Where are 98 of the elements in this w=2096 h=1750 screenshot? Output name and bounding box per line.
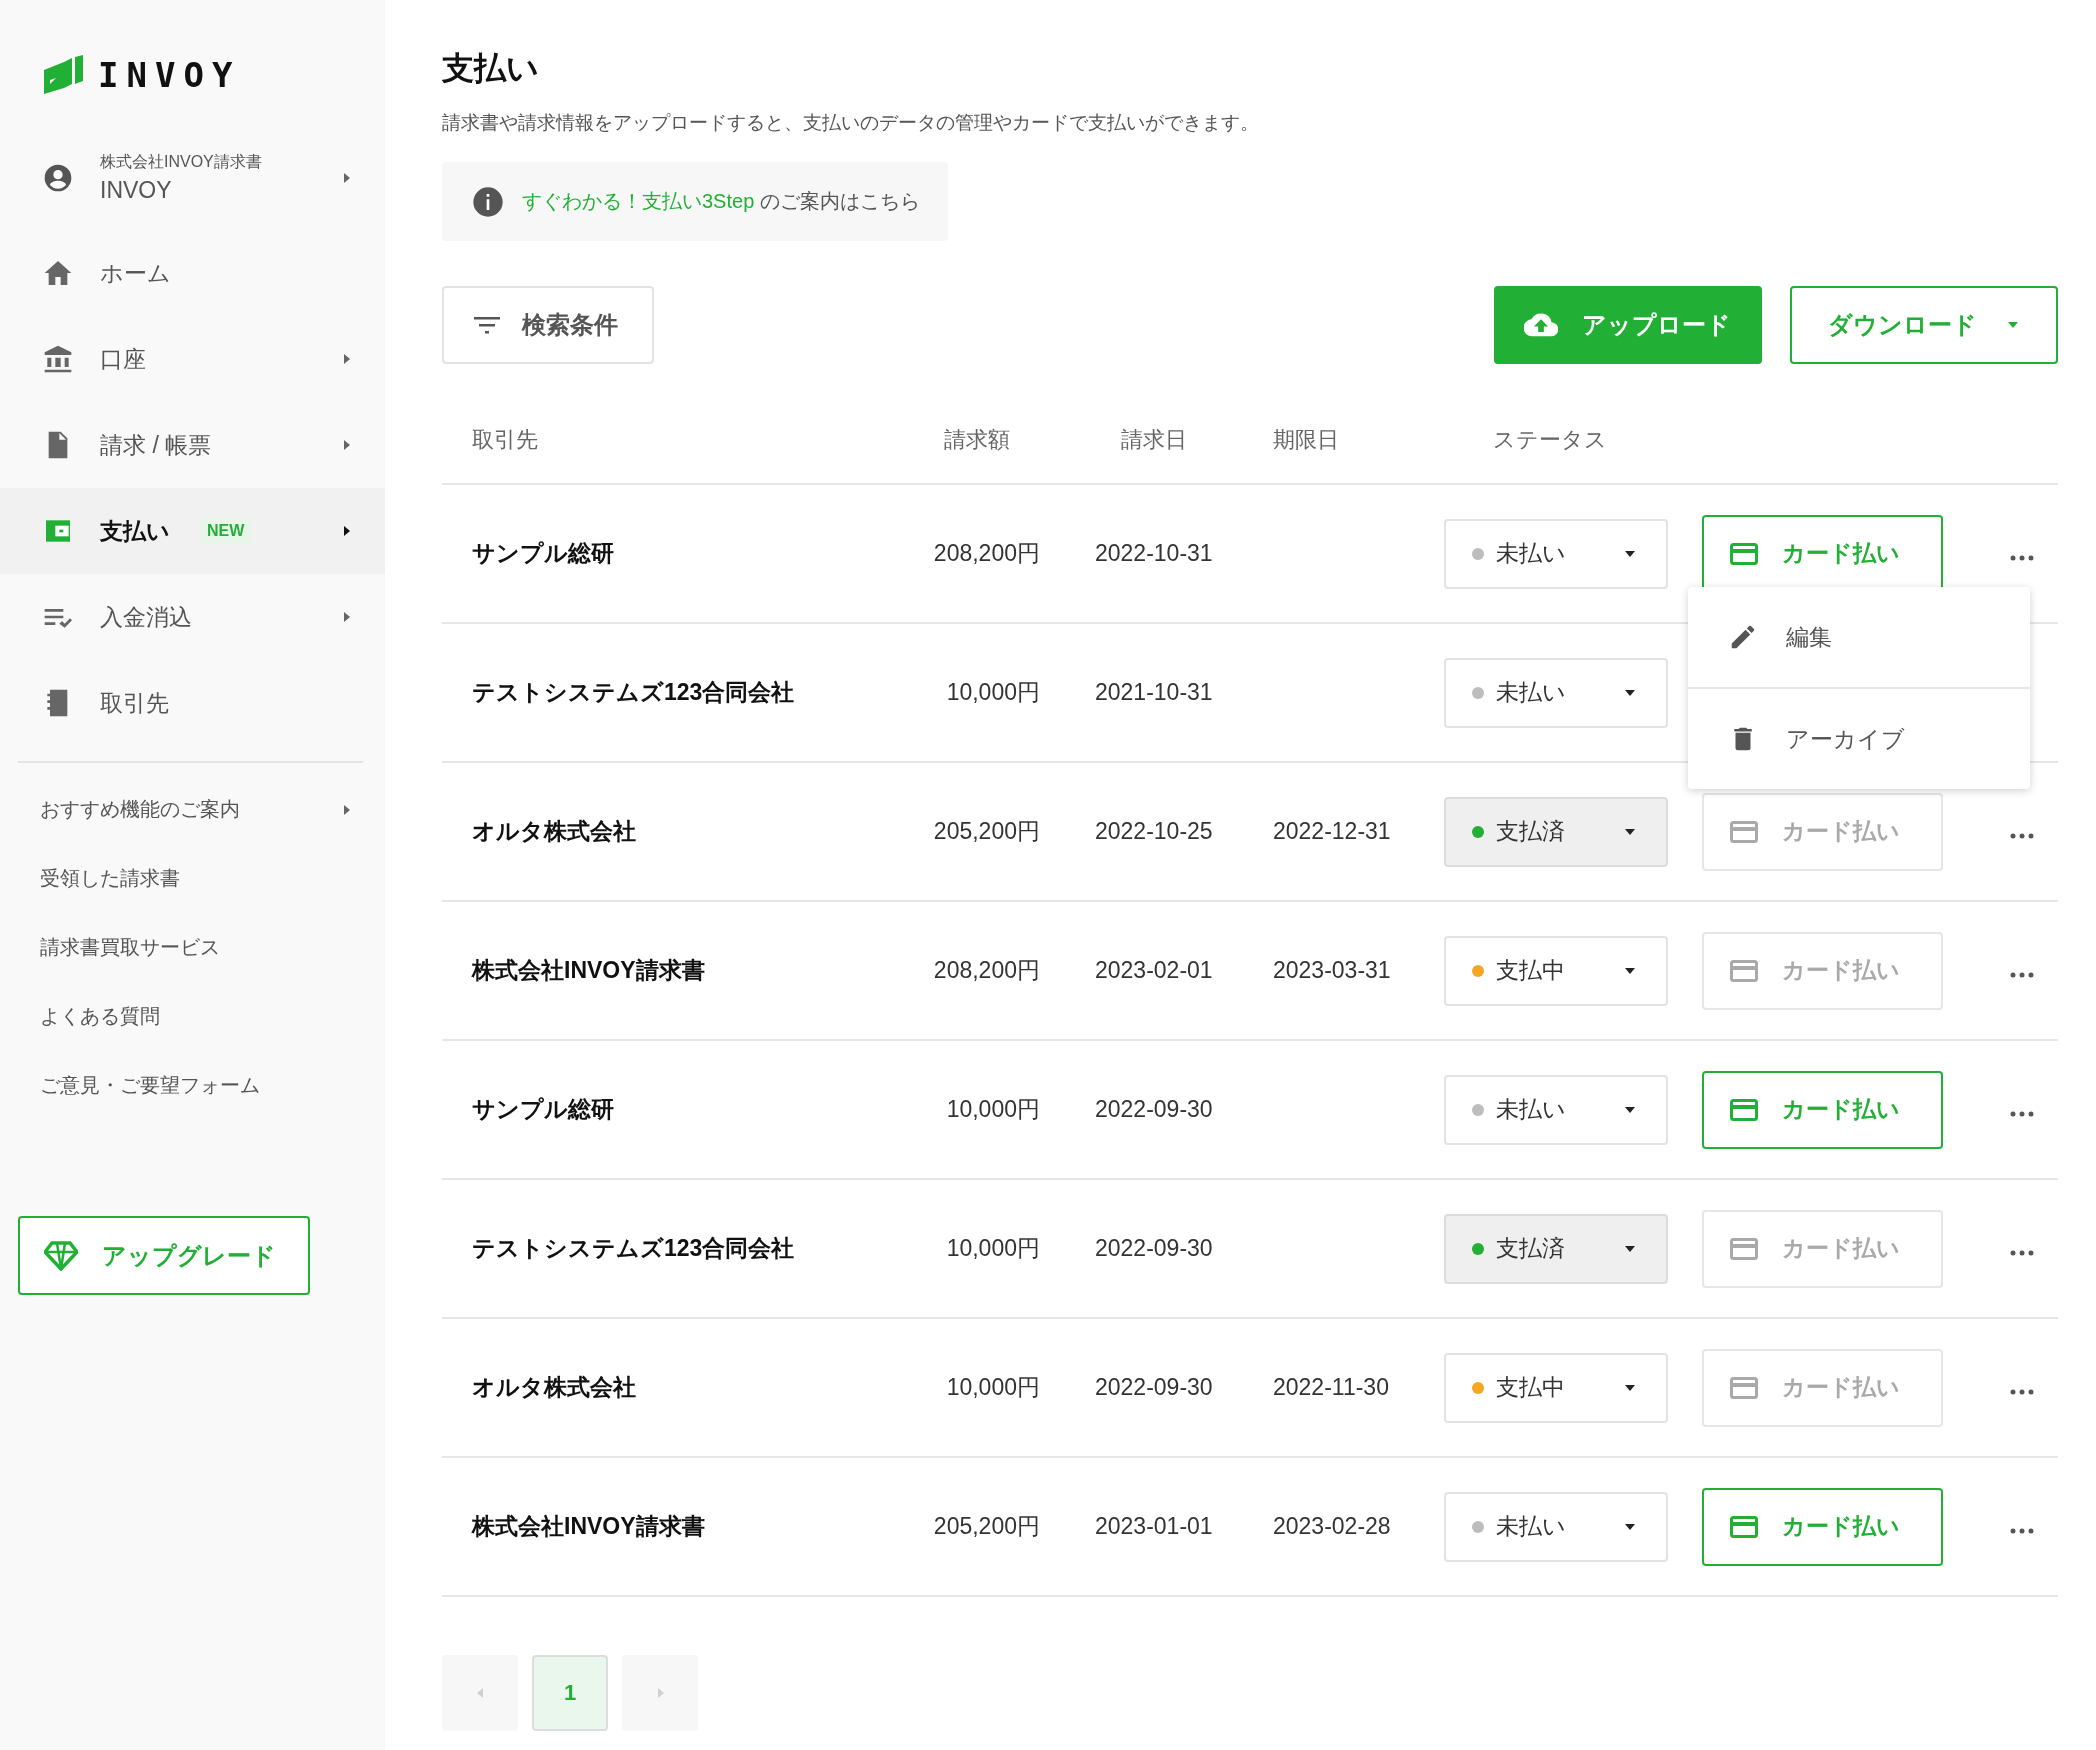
bank-icon	[42, 343, 74, 375]
date-cell-text: 2022-11-30	[1273, 1374, 1390, 1401]
amount-cell-text: 10,000円	[945, 1373, 1040, 1402]
account-icon	[42, 162, 74, 194]
date-cell-text: 2021-10-31	[1095, 679, 1214, 706]
caret-icon	[343, 172, 351, 184]
sidebar-link[interactable]: ご意見・ご要望フォーム	[0, 1051, 385, 1120]
filter-icon	[474, 315, 500, 335]
partner-cell-text: テストシステムズ123合同会社	[472, 1234, 796, 1263]
caret-icon	[1624, 549, 1636, 558]
more-icon[interactable]	[2010, 972, 2034, 978]
column-header: 請求日	[1120, 426, 1188, 454]
credit-card-icon	[1730, 1098, 1758, 1121]
more-icon[interactable]	[2010, 1389, 2034, 1395]
caret-icon	[343, 525, 351, 537]
caret-icon	[656, 1688, 664, 1698]
partner-cell-text: サンプル総研	[472, 1095, 615, 1124]
cloud-upload-icon	[1524, 312, 1558, 338]
nav-item[interactable]: 口座	[0, 316, 385, 402]
amount-cell-text: 208,200円	[932, 539, 1040, 568]
sidebar-link[interactable]: 請求書買取サービス	[0, 913, 385, 982]
partner-cell-text: 株式会社INVOY請求書	[472, 1512, 706, 1541]
more-icon[interactable]	[2010, 1250, 2034, 1256]
partner-cell-text: 株式会社INVOY請求書	[472, 956, 706, 985]
user-name: INVOY	[100, 177, 173, 204]
caret-icon	[2007, 321, 2019, 329]
nav-item[interactable]: 支払い NEW	[0, 488, 385, 574]
caret-icon	[1624, 1244, 1636, 1253]
date-cell-text: 2023-02-28	[1273, 1513, 1392, 1540]
amount-cell-text: 205,200円	[932, 817, 1040, 846]
amount-cell-text: 208,200円	[932, 956, 1040, 985]
caret-icon	[343, 803, 351, 816]
caret-icon	[1624, 1522, 1636, 1531]
amount-cell-text: 10,000円	[945, 1095, 1040, 1124]
column-header: ステータス	[1492, 426, 1608, 454]
company-name: 株式会社INVOY請求書	[100, 152, 263, 172]
caret-icon	[343, 439, 351, 451]
page-title: 支払い	[442, 49, 540, 88]
date-cell-text: 2022-09-30	[1095, 1096, 1214, 1123]
status-dropdown[interactable]: 未払い	[1444, 1074, 1668, 1145]
status-dropdown[interactable]: 未払い	[1444, 657, 1668, 728]
account-switcher[interactable]: 株式会社INVOY請求書 INVOY	[0, 148, 385, 208]
filter-button[interactable]: 検索条件	[442, 286, 654, 364]
credit-card-icon	[1730, 820, 1758, 843]
more-icon[interactable]	[2010, 1528, 2034, 1534]
column-header: 請求額	[943, 426, 1011, 454]
logo-text: INVOY	[98, 58, 241, 92]
caret-icon	[1624, 688, 1636, 697]
caret-icon	[1624, 1105, 1636, 1114]
info-text: すぐわかる！支払い3Step のご案内はこちら	[522, 189, 920, 214]
partner-cell-text: オルタ株式会社	[472, 817, 637, 846]
menu-item[interactable]: アーカイブ	[1688, 687, 2030, 789]
date-cell-text: 2022-09-30	[1095, 1374, 1214, 1401]
amount-cell-text: 205,200円	[932, 1512, 1040, 1541]
caret-icon	[476, 1688, 484, 1698]
date-cell-text: 2022-09-30	[1095, 1235, 1214, 1262]
new-badge: NEW	[200, 518, 252, 544]
credit-card-icon	[1730, 959, 1758, 982]
partner-cell-text: オルタ株式会社	[472, 1373, 637, 1402]
caret-icon	[1624, 1383, 1636, 1392]
status-dropdown[interactable]: 未払い	[1444, 518, 1668, 589]
column-header: 取引先	[472, 426, 539, 454]
sidebar-link[interactable]: おすすめ機能のご案内	[0, 775, 385, 844]
column-header: 期限日	[1273, 426, 1340, 454]
caret-icon	[1624, 827, 1636, 836]
nav-item[interactable]: 取引先	[0, 660, 385, 746]
more-icon[interactable]	[2010, 1111, 2034, 1117]
credit-card-icon	[1730, 1515, 1758, 1538]
nav-item[interactable]: 請求 / 帳票	[0, 402, 385, 488]
credit-card-icon	[1730, 1237, 1758, 1260]
nav-item[interactable]: 入金消込	[0, 574, 385, 660]
date-cell-text: 2022-12-31	[1273, 818, 1392, 845]
more-icon[interactable]	[2010, 833, 2034, 839]
date-cell-text: 2023-02-01	[1095, 957, 1214, 984]
sidebar-link[interactable]: 受領した請求書	[0, 844, 385, 913]
date-cell-text: 2023-01-01	[1095, 1513, 1214, 1540]
info-icon	[472, 185, 504, 218]
logo-icon	[42, 54, 84, 96]
date-cell-text: 2022-10-25	[1095, 818, 1214, 845]
date-cell-text: 2023-03-31	[1273, 957, 1392, 984]
caret-icon	[343, 353, 351, 365]
partner-cell-text: サンプル総研	[472, 539, 615, 568]
partner-cell-text: テストシステムズ123合同会社	[472, 678, 796, 707]
status-dropdown[interactable]: 支払中	[1444, 1352, 1668, 1423]
amount-cell-text: 10,000円	[945, 678, 1040, 707]
caret-icon	[1624, 966, 1636, 975]
nav-item[interactable]: ホーム	[0, 230, 385, 316]
more-icon[interactable]	[2010, 555, 2034, 561]
credit-card-icon	[1730, 542, 1758, 565]
sidebar-link[interactable]: よくある質問	[0, 982, 385, 1051]
amount-cell-text: 10,000円	[945, 1234, 1040, 1263]
date-cell-text: 2022-10-31	[1095, 540, 1214, 567]
diamond-icon	[44, 1240, 78, 1271]
status-dropdown[interactable]: 未払い	[1444, 1491, 1668, 1562]
status-dropdown[interactable]: 支払中	[1444, 935, 1668, 1006]
caret-icon	[343, 611, 351, 623]
page-description: 請求書や請求情報をアップロードすると、支払いのデータの管理やカードで支払いができます。	[442, 111, 1260, 135]
credit-card-icon	[1730, 1376, 1758, 1399]
